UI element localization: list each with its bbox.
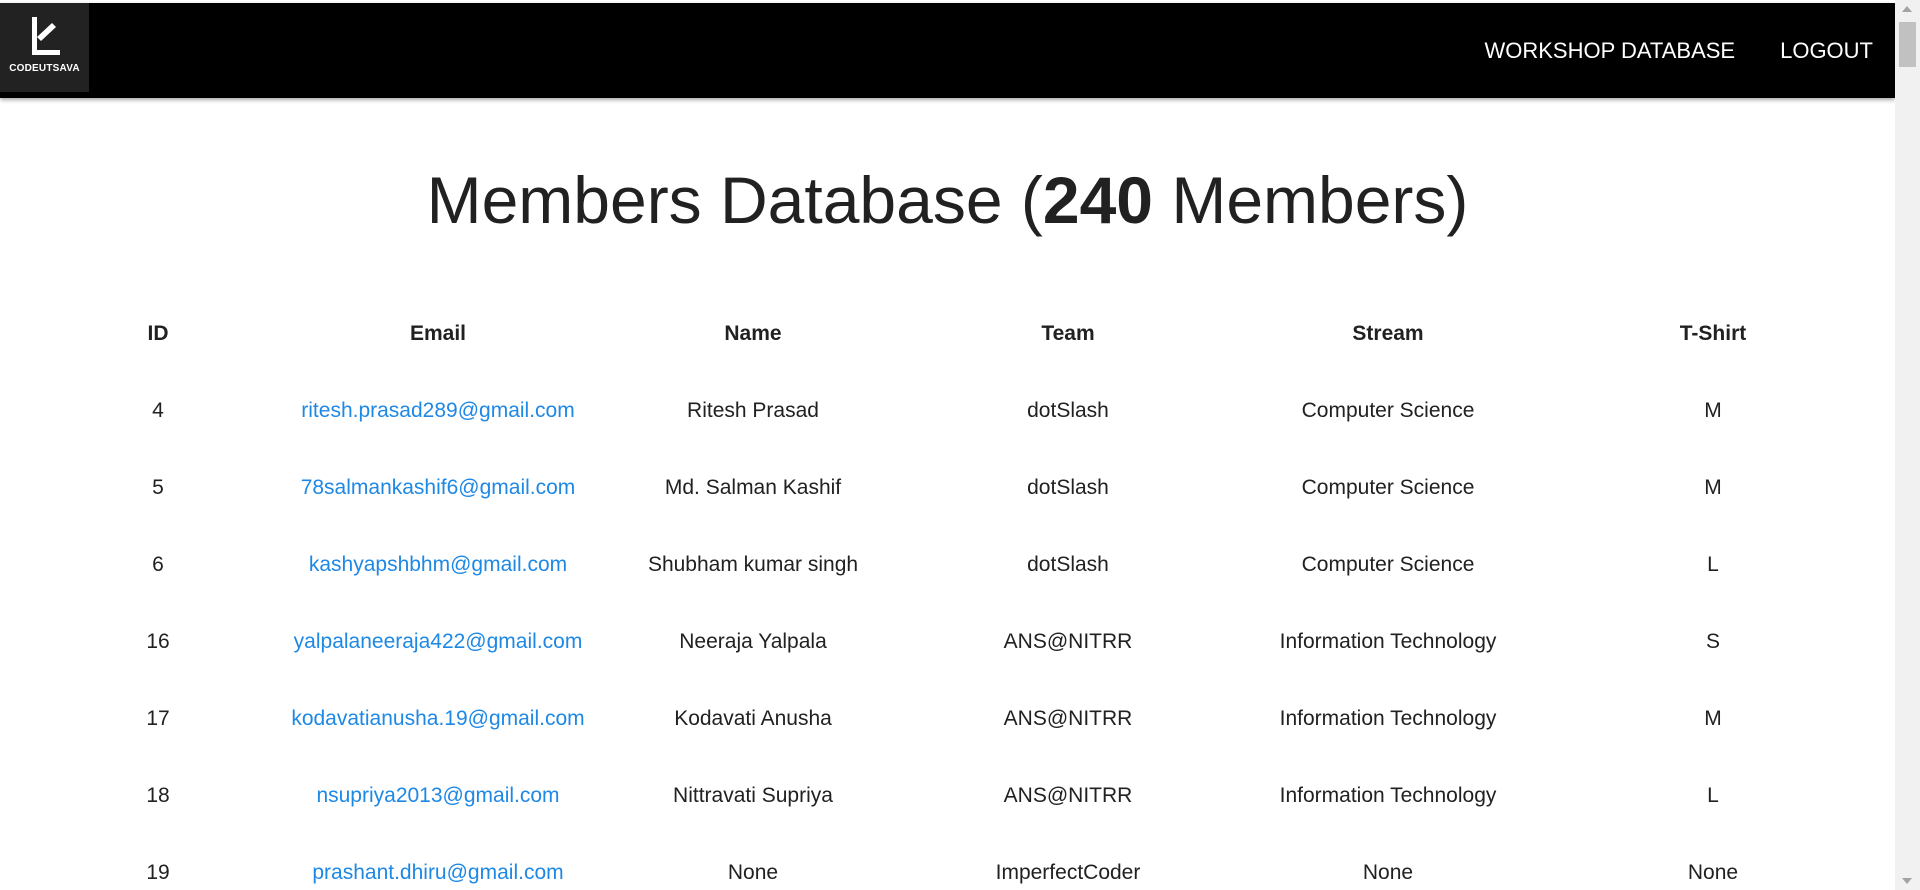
page: CODEUTSAVA WORKSHOP DATABASE LOGOUT Memb… [0, 0, 1920, 890]
cell-team: dotSlash [1027, 475, 1109, 499]
title-prefix: Members Database ( [426, 163, 1043, 237]
cell-stream: None [1362, 860, 1414, 884]
table-header: ID Email Name Team Stream T-Shirt [38, 296, 1878, 372]
vertical-scrollbar[interactable] [1895, 0, 1920, 890]
email-link[interactable]: ritesh.prasad289@gmail.com [301, 399, 574, 422]
cell-email: nsupriya2013@gmail.com [278, 757, 598, 834]
cell-name: Nittravati Supriya [673, 783, 833, 807]
cell-stream: Computer Science [1301, 398, 1475, 422]
cell-id: 18 [146, 783, 170, 807]
header-team: Team [1041, 322, 1095, 345]
header-tshirt: T-Shirt [1679, 322, 1747, 345]
page-title: Members Database (240 Members) [0, 160, 1895, 240]
email-link[interactable]: nsupriya2013@gmail.com [316, 784, 559, 807]
cell-email: yalpalaneeraja422@gmail.com [278, 603, 598, 680]
cell-name: Kodavati Anusha [674, 706, 832, 730]
brand-logo[interactable]: CODEUTSAVA [0, 3, 89, 92]
cell-stream: Computer Science [1301, 475, 1475, 499]
table-row: 6 kashyapshbhm@gmail.com Shubham kumar s… [38, 526, 1878, 603]
header-email: Email [409, 322, 467, 345]
member-count: 240 [1042, 163, 1153, 237]
cell-stream: Computer Science [1301, 552, 1475, 576]
header-name: Name [724, 322, 782, 345]
cell-stream: Information Technology [1279, 783, 1497, 807]
table-row: 4 ritesh.prasad289@gmail.com Ritesh Pras… [38, 372, 1878, 449]
cell-tshirt: None [1687, 860, 1739, 884]
cell-tshirt: S [1705, 629, 1720, 653]
cell-tshirt: M [1704, 398, 1722, 422]
nav-links: WORKSHOP DATABASE LOGOUT [1439, 3, 1873, 98]
email-link[interactable]: yalpalaneeraja422@gmail.com [294, 630, 583, 653]
cell-tshirt: L [1707, 552, 1719, 576]
cell-team: dotSlash [1027, 398, 1109, 422]
header-row: ID Email Name Team Stream T-Shirt [38, 296, 1878, 372]
cell-team: ANS@NITRR [1003, 706, 1133, 730]
cell-email: ritesh.prasad289@gmail.com [278, 372, 598, 449]
cell-email: kodavatianusha.19@gmail.com [278, 680, 598, 757]
cell-tshirt: M [1704, 706, 1722, 730]
cell-name: Ritesh Prasad [687, 398, 819, 422]
navbar: CODEUTSAVA WORKSHOP DATABASE LOGOUT [0, 3, 1895, 98]
cell-email: kashyapshbhm@gmail.com [278, 526, 598, 603]
table-row: 16 yalpalaneeraja422@gmail.com Neeraja Y… [38, 603, 1878, 680]
table-row: 18 nsupriya2013@gmail.com Nittravati Sup… [38, 757, 1878, 834]
title-suffix: Members) [1153, 163, 1469, 237]
cell-tshirt: M [1704, 475, 1722, 499]
cell-stream: Information Technology [1279, 629, 1497, 653]
email-link[interactable]: kodavatianusha.19@gmail.com [291, 707, 584, 730]
email-link[interactable]: prashant.dhiru@gmail.com [312, 861, 563, 884]
codeutsava-logo-icon [31, 17, 60, 55]
cell-id: 4 [152, 398, 164, 422]
cell-team: dotSlash [1027, 552, 1109, 576]
table-body: 4 ritesh.prasad289@gmail.com Ritesh Pras… [38, 372, 1878, 890]
cell-name: Shubham kumar singh [647, 552, 859, 576]
scroll-down-icon[interactable] [1902, 878, 1912, 884]
email-link[interactable]: kashyapshbhm@gmail.com [309, 553, 567, 576]
cell-name: Neeraja Yalpala [679, 629, 827, 653]
table-row: 17 kodavatianusha.19@gmail.com Kodavati … [38, 680, 1878, 757]
logo-text: CODEUTSAVA [9, 63, 80, 74]
cell-id: 17 [146, 706, 170, 730]
cell-team: ImperfectCoder [995, 860, 1141, 884]
table-row: 5 78salmankashif6@gmail.com Md. Salman K… [38, 449, 1878, 526]
members-table: ID Email Name Team Stream T-Shirt 4 rite… [38, 296, 1878, 890]
nav-logout[interactable]: LOGOUT [1780, 38, 1873, 64]
cell-id: 16 [146, 629, 170, 653]
cell-tshirt: L [1707, 783, 1719, 807]
cell-id: 6 [152, 552, 164, 576]
scroll-thumb[interactable] [1899, 22, 1916, 67]
cell-name: None [727, 860, 779, 884]
cell-id: 5 [152, 475, 164, 499]
cell-team: ANS@NITRR [1003, 629, 1133, 653]
email-link[interactable]: 78salmankashif6@gmail.com [301, 476, 576, 499]
cell-email: 78salmankashif6@gmail.com [278, 449, 598, 526]
header-id: ID [147, 322, 169, 345]
cell-name: Md. Salman Kashif [664, 475, 842, 499]
table-row: 19 prashant.dhiru@gmail.com None Imperfe… [38, 834, 1878, 890]
cell-stream: Information Technology [1279, 706, 1497, 730]
header-stream: Stream [1352, 322, 1424, 345]
cell-team: ANS@NITRR [1003, 783, 1133, 807]
scroll-up-icon[interactable] [1902, 6, 1912, 12]
nav-workshop-database[interactable]: WORKSHOP DATABASE [1484, 38, 1735, 64]
cell-id: 19 [146, 860, 170, 884]
cell-email: prashant.dhiru@gmail.com [278, 834, 598, 890]
